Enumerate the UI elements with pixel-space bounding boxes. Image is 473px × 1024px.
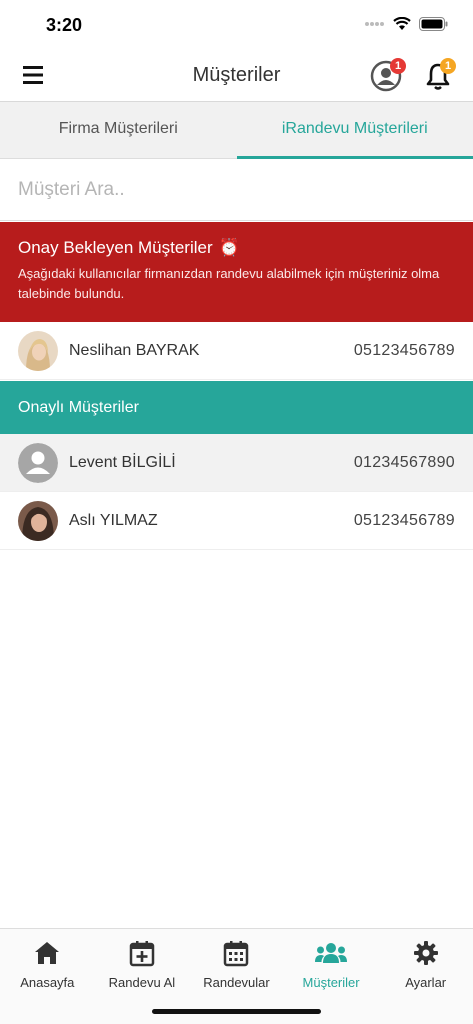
avatar (18, 442, 58, 483)
pending-customers-header: Onay Bekleyen Müşteriler ⏰ Aşağıdaki kul… (0, 222, 473, 322)
status-bar: 3:20 (0, 0, 473, 50)
alarm-clock-icon: ⏰ (218, 238, 240, 257)
navbar: Müşteriler 1 1 (0, 50, 473, 102)
customer-name: Aslı YILMAZ (69, 511, 158, 529)
calendar-plus-icon (129, 941, 155, 967)
status-time: 3:20 (46, 15, 83, 35)
users-icon (315, 943, 348, 963)
nav-ayarlar[interactable]: Ayarlar (378, 929, 473, 1024)
customer-phone: 01234567890 (353, 453, 455, 471)
default-user-icon (18, 442, 58, 483)
nav-anasayfa[interactable]: Anasayfa (0, 929, 95, 1024)
notifications-button[interactable]: 1 (422, 58, 456, 92)
signal-icon (365, 22, 384, 26)
home-icon (35, 942, 60, 964)
pending-title-row: Onay Bekleyen Müşteriler ⏰ (18, 238, 455, 258)
nav-label: Anasayfa (20, 975, 75, 990)
gear-icon (413, 941, 438, 965)
pending-customer-row[interactable]: Neslihan BAYRAK 05123456789 (0, 322, 473, 380)
approved-customers-header: Onaylı Müşteriler (0, 381, 473, 434)
notifications-badge: 1 (440, 58, 456, 74)
wifi-icon (393, 17, 411, 30)
nav-label: Ayarlar (405, 975, 447, 990)
tab-firma-musterileri[interactable]: Firma Müşterileri (0, 102, 237, 158)
status-icons (365, 17, 449, 31)
profile-button[interactable]: 1 (370, 58, 406, 92)
customer-name: Neslihan BAYRAK (69, 341, 200, 359)
tab-irandevu-musterileri[interactable]: iRandevu Müşterileri (236, 102, 473, 159)
nav-label: Randevular (203, 975, 270, 990)
approved-customer-row[interactable]: Levent BİLGİLİ 01234567890 (0, 434, 473, 492)
nav-label: Randevu Al (108, 975, 176, 990)
profile-badge: 1 (390, 58, 406, 74)
home-indicator (152, 1009, 321, 1014)
customer-name: Levent BİLGİLİ (69, 453, 176, 471)
pending-title: Onay Bekleyen Müşteriler (18, 238, 213, 257)
avatar (18, 330, 58, 371)
nav-label: Müşteriler (302, 975, 360, 990)
pending-description: Aşağıdaki kullanıcılar firmanızdan rande… (18, 266, 440, 301)
customer-phone: 05123456789 (353, 341, 455, 359)
approved-customer-row[interactable]: Aslı YILMAZ 05123456789 (0, 492, 473, 550)
search-input[interactable] (0, 159, 473, 220)
customer-phone: 05123456789 (353, 511, 455, 529)
search-bar (0, 159, 473, 221)
battery-icon (419, 17, 448, 31)
customer-tabs: Firma Müşterileri iRandevu Müşterileri (0, 102, 473, 159)
calendar-icon (224, 941, 249, 967)
avatar (18, 500, 58, 541)
